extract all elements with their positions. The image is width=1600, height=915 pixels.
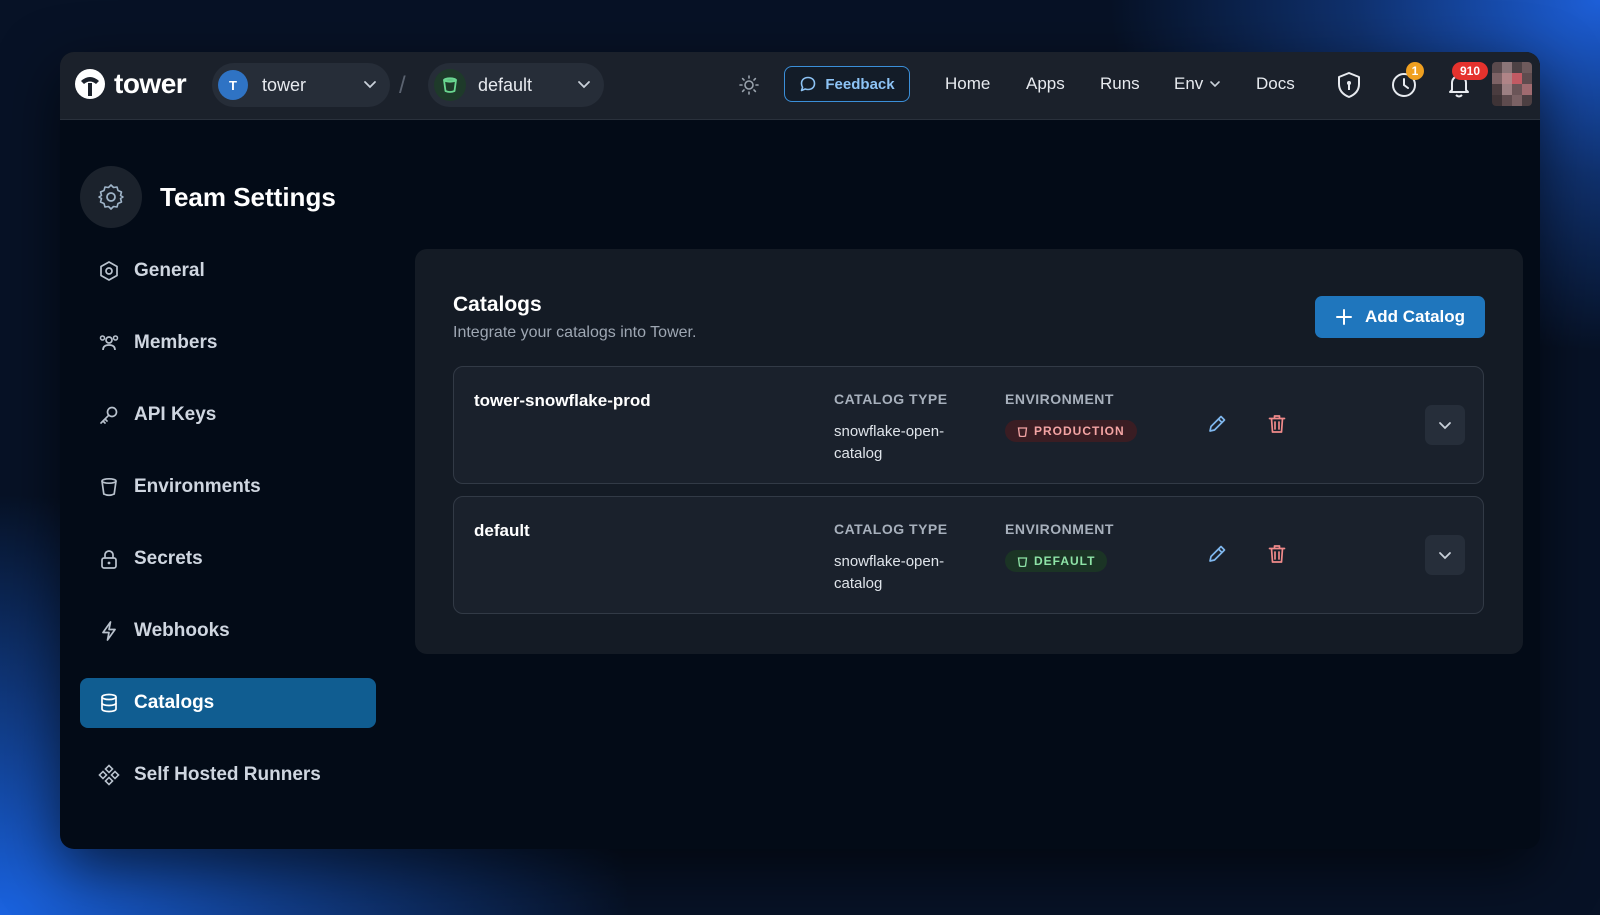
app-window: tower T tower / default Feedback Home Ap… [60, 52, 1540, 849]
lock-icon [101, 550, 117, 569]
top-bar: tower T tower / default Feedback Home Ap… [60, 52, 1540, 120]
sidebar-item-label: Webhooks [134, 620, 230, 641]
sidebar-item-catalogs[interactable]: Catalogs [80, 678, 376, 728]
chevron-down-icon [364, 81, 376, 89]
chevron-down-icon [1439, 552, 1451, 560]
sidebar-item-secrets[interactable]: Secrets [80, 534, 376, 584]
page-title: Team Settings [160, 182, 336, 212]
sidebar-item-environments[interactable]: Environments [80, 462, 376, 512]
notifications-badge: 910 [1452, 62, 1488, 80]
tower-logo-icon [75, 69, 105, 99]
sidebar-item-label: Catalogs [134, 692, 215, 713]
catalog-card: default CATALOG TYPE ENVIRONMENT snowfla… [453, 496, 1484, 614]
chevron-down-icon [1439, 422, 1451, 430]
section-subtitle: Integrate your catalogs into Tower. [453, 324, 697, 341]
team-name: tower [262, 74, 307, 95]
bucket-icon [101, 477, 117, 497]
nav-env-label: Env [1174, 74, 1204, 93]
key-icon [100, 406, 118, 424]
team-avatar: T [218, 70, 248, 100]
shield-icon[interactable] [1335, 70, 1363, 100]
environment-badge-label: DEFAULT [1034, 554, 1096, 568]
delete-trash-icon[interactable] [1266, 543, 1288, 565]
sidebar-item-label: Environments [134, 476, 261, 497]
add-catalog-button[interactable]: Add Catalog [1315, 296, 1485, 338]
clock-badge: 1 [1406, 62, 1424, 80]
catalog-name: default [474, 521, 530, 540]
environment-header: ENVIRONMENT [1005, 391, 1114, 407]
add-catalog-label: Add Catalog [1364, 307, 1466, 326]
plus-icon [1335, 309, 1352, 325]
environment-bucket-icon [434, 69, 466, 101]
delete-trash-icon[interactable] [1266, 413, 1288, 435]
environment-badge-default: DEFAULT [1005, 550, 1108, 572]
database-icon [101, 693, 117, 713]
catalog-card: tower-snowflake-prod CATALOG TYPE ENVIRO… [453, 366, 1484, 484]
nav-docs[interactable]: Docs [1256, 74, 1295, 94]
logo[interactable]: tower [74, 68, 187, 100]
sidebar-item-label: General [134, 260, 205, 281]
environment-selector[interactable]: default [428, 63, 604, 107]
feedback-button[interactable]: Feedback [784, 66, 910, 102]
chevron-down-icon [578, 81, 590, 89]
runners-icon [98, 764, 120, 786]
bucket-icon [1017, 556, 1028, 567]
chat-bubble-icon [801, 76, 816, 92]
catalog-type-value: snowflake-open-catalog [834, 423, 945, 462]
sidebar-item-api-keys[interactable]: API Keys [80, 390, 376, 440]
nav-apps[interactable]: Apps [1026, 74, 1065, 94]
chevron-down-icon [1210, 81, 1221, 88]
nav-env[interactable]: Env [1174, 74, 1221, 94]
environment-header: ENVIRONMENT [1005, 521, 1114, 537]
sidebar-item-label: Members [134, 332, 218, 353]
environment-badge-production: PRODUCTION [1005, 420, 1137, 442]
catalog-name: tower-snowflake-prod [474, 391, 651, 410]
nav-home[interactable]: Home [945, 74, 990, 94]
catalog-type-header: CATALOG TYPE [834, 521, 948, 537]
sidebar-item-general[interactable]: General [80, 246, 376, 296]
sidebar-item-label: Secrets [134, 548, 203, 569]
team-selector[interactable]: T tower [212, 63, 390, 107]
expand-button[interactable] [1425, 405, 1465, 445]
user-avatar[interactable] [1492, 62, 1532, 106]
hexagon-settings-icon [100, 261, 118, 281]
nav-runs[interactable]: Runs [1100, 74, 1140, 94]
environment-name: default [478, 74, 533, 95]
brand-name: tower [114, 68, 187, 99]
edit-pencil-icon[interactable] [1206, 543, 1228, 565]
section-title: Catalogs [453, 293, 542, 316]
theme-toggle-sun-icon[interactable] [738, 74, 760, 96]
catalogs-panel: Catalogs Integrate your catalogs into To… [415, 249, 1523, 654]
catalog-type-header: CATALOG TYPE [834, 391, 948, 407]
sidebar-item-webhooks[interactable]: Webhooks [80, 606, 376, 656]
team-settings-gear-icon [80, 166, 142, 228]
sidebar-item-members[interactable]: Members [80, 318, 376, 368]
expand-button[interactable] [1425, 535, 1465, 575]
sidebar-item-self-hosted-runners[interactable]: Self Hosted Runners [80, 750, 376, 800]
bucket-icon [1017, 426, 1028, 437]
sidebar-item-label: Self Hosted Runners [134, 764, 321, 785]
lightning-icon [102, 621, 116, 641]
breadcrumb-separator: / [399, 72, 406, 99]
edit-pencil-icon[interactable] [1206, 413, 1228, 435]
catalog-type-value: snowflake-open-catalog [834, 553, 945, 592]
feedback-label: Feedback [825, 75, 895, 93]
sidebar-item-label: API Keys [134, 404, 217, 425]
environment-badge-label: PRODUCTION [1034, 424, 1125, 438]
users-icon [99, 335, 119, 351]
